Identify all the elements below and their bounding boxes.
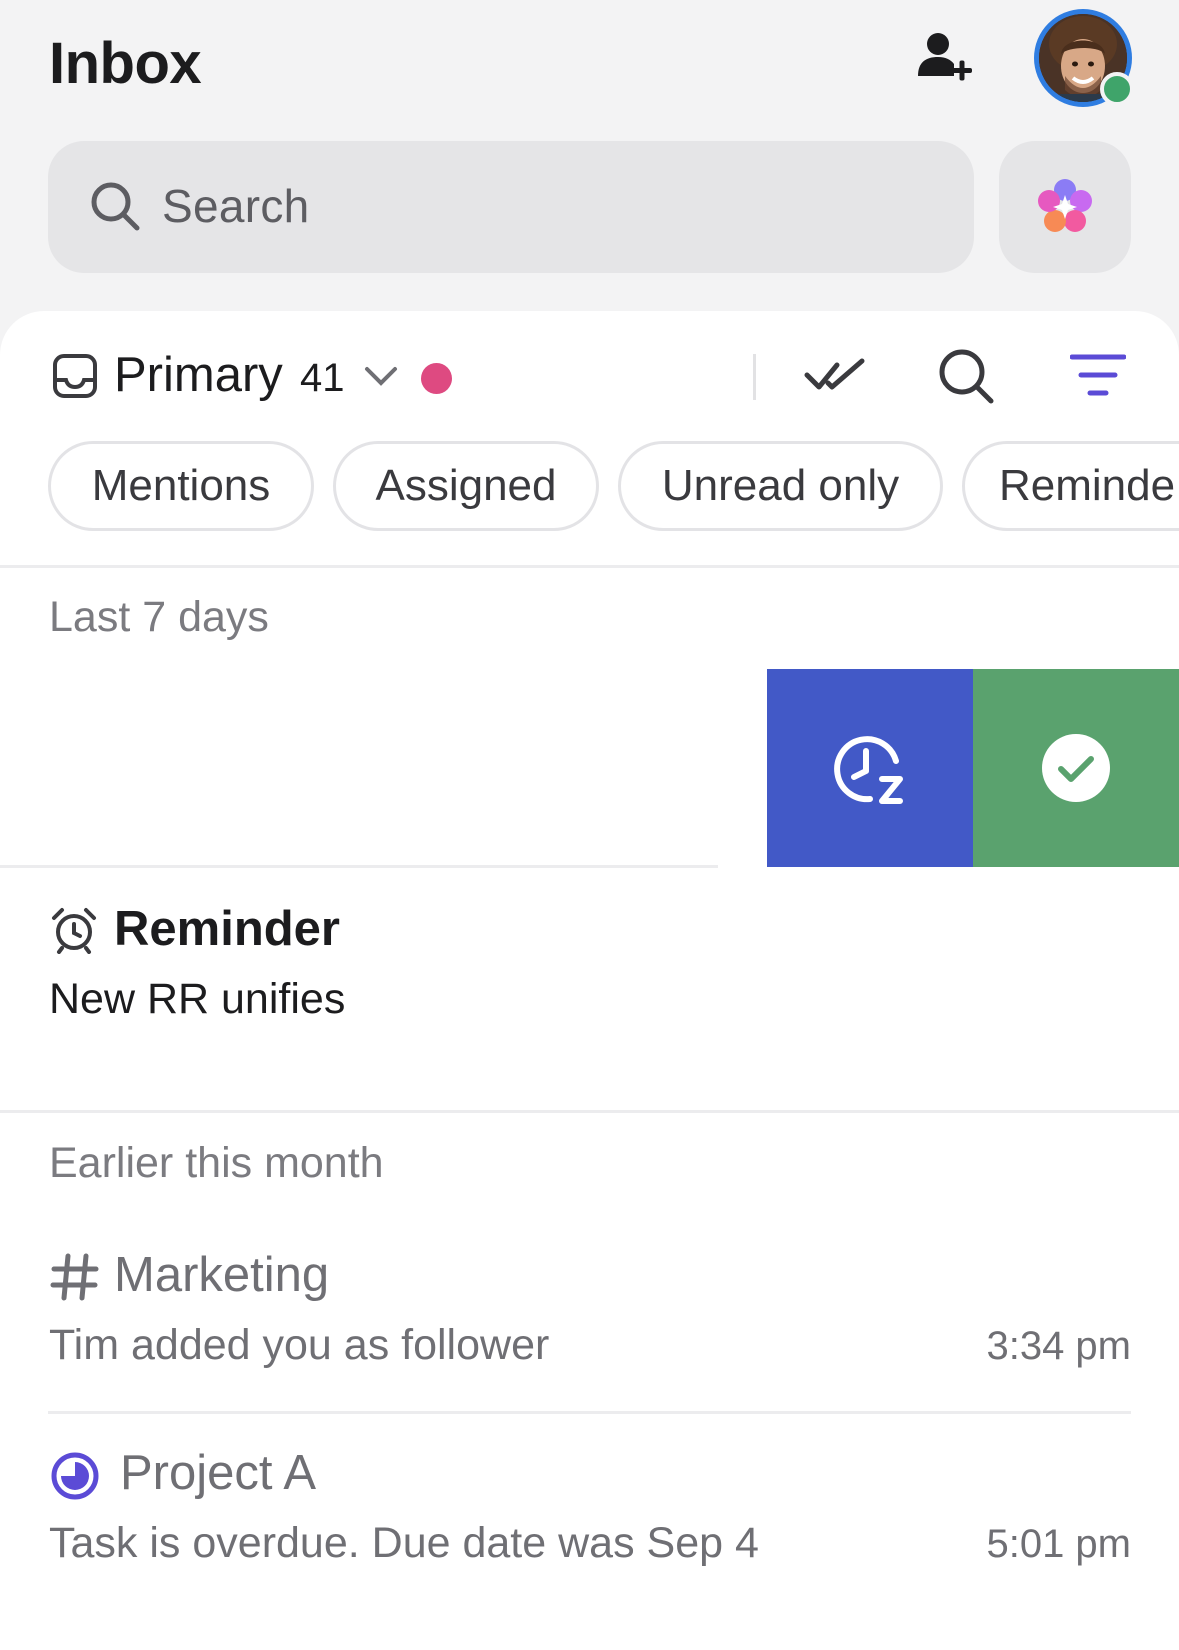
reminder-title[interactable]: Reminder: [114, 901, 340, 957]
divider: [48, 1411, 1131, 1414]
chevron-down-icon[interactable]: [363, 363, 399, 391]
inbox-panel: Primary 41 Mentions Assigned Unread only…: [0, 311, 1179, 1650]
toolbar-divider: [753, 354, 756, 400]
unread-indicator-dot: [421, 363, 452, 394]
online-status-badge: [1100, 72, 1134, 106]
filter-icon[interactable]: [1070, 351, 1126, 401]
filter-chip-unread-only[interactable]: Unread only: [618, 441, 943, 531]
inbox-search-icon[interactable]: [937, 347, 995, 405]
ai-sparkle-icon: [1038, 179, 1092, 232]
notification-body: Task is overdue. Due date was Sep 4: [49, 1519, 759, 1567]
reminder-body: New RR unifies: [49, 975, 346, 1023]
inbox-count: 41: [300, 356, 345, 400]
filter-chip-reminders[interactable]: Reminde: [962, 441, 1179, 531]
mark-done-action-button[interactable]: [973, 669, 1179, 867]
notification-title: Project A: [120, 1446, 317, 1500]
alarm-clock-icon: [52, 908, 96, 954]
inbox-selector-label[interactable]: Primary: [114, 347, 283, 403]
filter-chip-mentions[interactable]: Mentions: [48, 441, 314, 531]
avatar[interactable]: [1034, 9, 1134, 107]
check-circle-icon: [1042, 734, 1110, 802]
notification-time: 3:34 pm: [986, 1324, 1131, 1368]
notification-body: Tim added you as follower: [49, 1321, 550, 1369]
search-placeholder: Search: [162, 180, 310, 232]
section-header-recent: Last 7 days: [49, 593, 269, 641]
ai-assistant-button[interactable]: [999, 141, 1131, 273]
divider: [0, 865, 718, 868]
invite-user-button[interactable]: [916, 30, 974, 88]
search-bar[interactable]: Search: [48, 141, 974, 273]
page-title: Inbox: [49, 31, 202, 96]
divider: [0, 1110, 1179, 1113]
section-header-earlier: Earlier this month: [49, 1139, 384, 1187]
search-icon: [91, 182, 140, 231]
snooze-clock-icon: [834, 736, 903, 804]
divider: [0, 565, 1179, 568]
inbox-screen: Inbox Search Primary 41 Mentions Assigne…: [0, 0, 1179, 1650]
filter-chip-assigned[interactable]: Assigned: [333, 441, 599, 531]
add-user-icon: [918, 33, 972, 81]
notification-title: Marketing: [114, 1248, 330, 1302]
inbox-tray-icon: [53, 354, 97, 398]
snooze-action-button[interactable]: [767, 669, 973, 867]
notification-time: 5:01 pm: [986, 1522, 1131, 1566]
project-status-icon: [51, 1452, 99, 1500]
hash-icon: [50, 1253, 99, 1301]
mark-all-read-icon[interactable]: [804, 355, 866, 397]
